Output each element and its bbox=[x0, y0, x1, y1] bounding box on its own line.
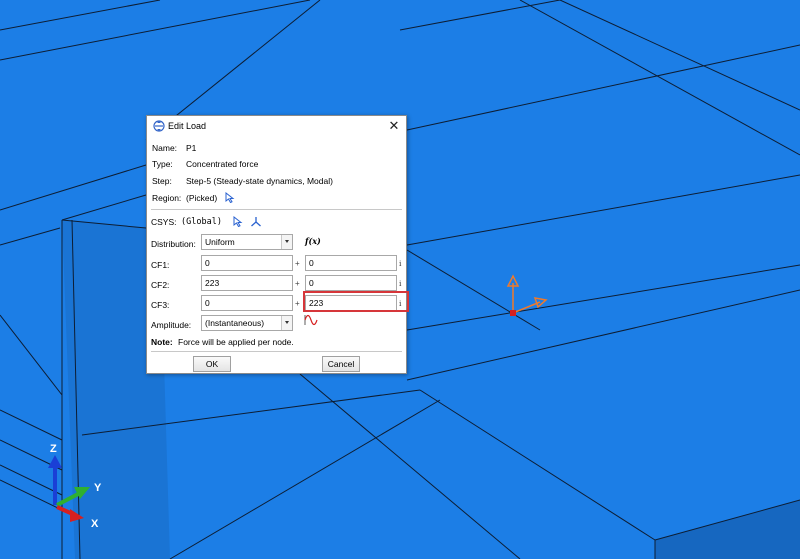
cf3-plus: + bbox=[295, 299, 300, 308]
cf2-plus: + bbox=[295, 279, 300, 288]
region-label: Region: bbox=[152, 193, 182, 203]
step-value: Step-5 (Steady-state dynamics, Modal) bbox=[186, 176, 333, 186]
distribution-value: Uniform bbox=[205, 237, 235, 247]
cf2-imag-unit: i bbox=[399, 279, 402, 288]
cf1-plus: + bbox=[295, 259, 300, 268]
cf1-label: CF1: bbox=[151, 260, 170, 270]
csys-pick-cursor-icon[interactable] bbox=[233, 216, 243, 227]
dialog-titlebar[interactable]: Edit Load ✕ bbox=[147, 116, 406, 136]
cancel-button[interactable]: Cancel bbox=[322, 356, 360, 372]
name-label: Name: bbox=[152, 143, 178, 153]
type-value: Concentrated force bbox=[186, 159, 259, 169]
edit-load-dialog: Edit Load ✕ Name: P1 Type: Concentrated … bbox=[146, 115, 407, 374]
step-label: Step: bbox=[152, 176, 172, 186]
csys-create-icon[interactable] bbox=[250, 216, 262, 227]
type-label: Type: bbox=[152, 159, 173, 169]
cf1-imag-unit: i bbox=[399, 259, 402, 268]
amplitude-select[interactable]: (Instantaneous) bbox=[201, 315, 293, 331]
dialog-title: Edit Load bbox=[168, 121, 207, 131]
axis-z-label: Z bbox=[50, 443, 57, 455]
ok-button[interactable]: OK bbox=[193, 356, 231, 372]
distribution-select[interactable]: Uniform bbox=[201, 234, 293, 250]
cf3-label: CF3: bbox=[151, 300, 170, 310]
load-app-icon bbox=[153, 120, 165, 132]
distribution-label: Distribution: bbox=[151, 239, 196, 249]
axis-y-label: Y bbox=[94, 482, 102, 494]
csys-value: (Global) bbox=[181, 217, 222, 227]
region-pick-cursor-icon[interactable] bbox=[225, 192, 235, 203]
note-label: Note: bbox=[151, 337, 173, 347]
cf2-imag-input[interactable]: 0 bbox=[305, 275, 397, 291]
cf1-real-input[interactable]: 0 bbox=[201, 255, 293, 271]
region-value: (Picked) bbox=[186, 193, 218, 203]
chevron-down-icon[interactable] bbox=[281, 235, 292, 249]
cf2-label: CF2: bbox=[151, 280, 170, 290]
amplitude-value: (Instantaneous) bbox=[205, 318, 265, 328]
amplitude-label: Amplitude: bbox=[151, 320, 192, 330]
cf3-imag-highlight-box bbox=[303, 291, 409, 312]
cf1-imag-input[interactable]: 0 bbox=[305, 255, 397, 271]
cf3-real-input[interactable]: 0 bbox=[201, 295, 293, 311]
separator bbox=[151, 209, 402, 210]
axis-x-label: X bbox=[91, 518, 99, 530]
cf2-real-input[interactable]: 223 bbox=[201, 275, 293, 291]
close-icon[interactable]: ✕ bbox=[387, 119, 401, 133]
amplitude-create-icon[interactable] bbox=[304, 314, 318, 326]
load-point-marker bbox=[510, 310, 516, 316]
note-text: Force will be applied per node. bbox=[178, 337, 294, 347]
button-separator bbox=[151, 351, 402, 352]
name-value: P1 bbox=[186, 143, 197, 153]
csys-label: CSYS: bbox=[151, 217, 177, 227]
fx-icon[interactable]: f(x) bbox=[305, 236, 321, 246]
chevron-down-icon[interactable] bbox=[281, 316, 292, 330]
